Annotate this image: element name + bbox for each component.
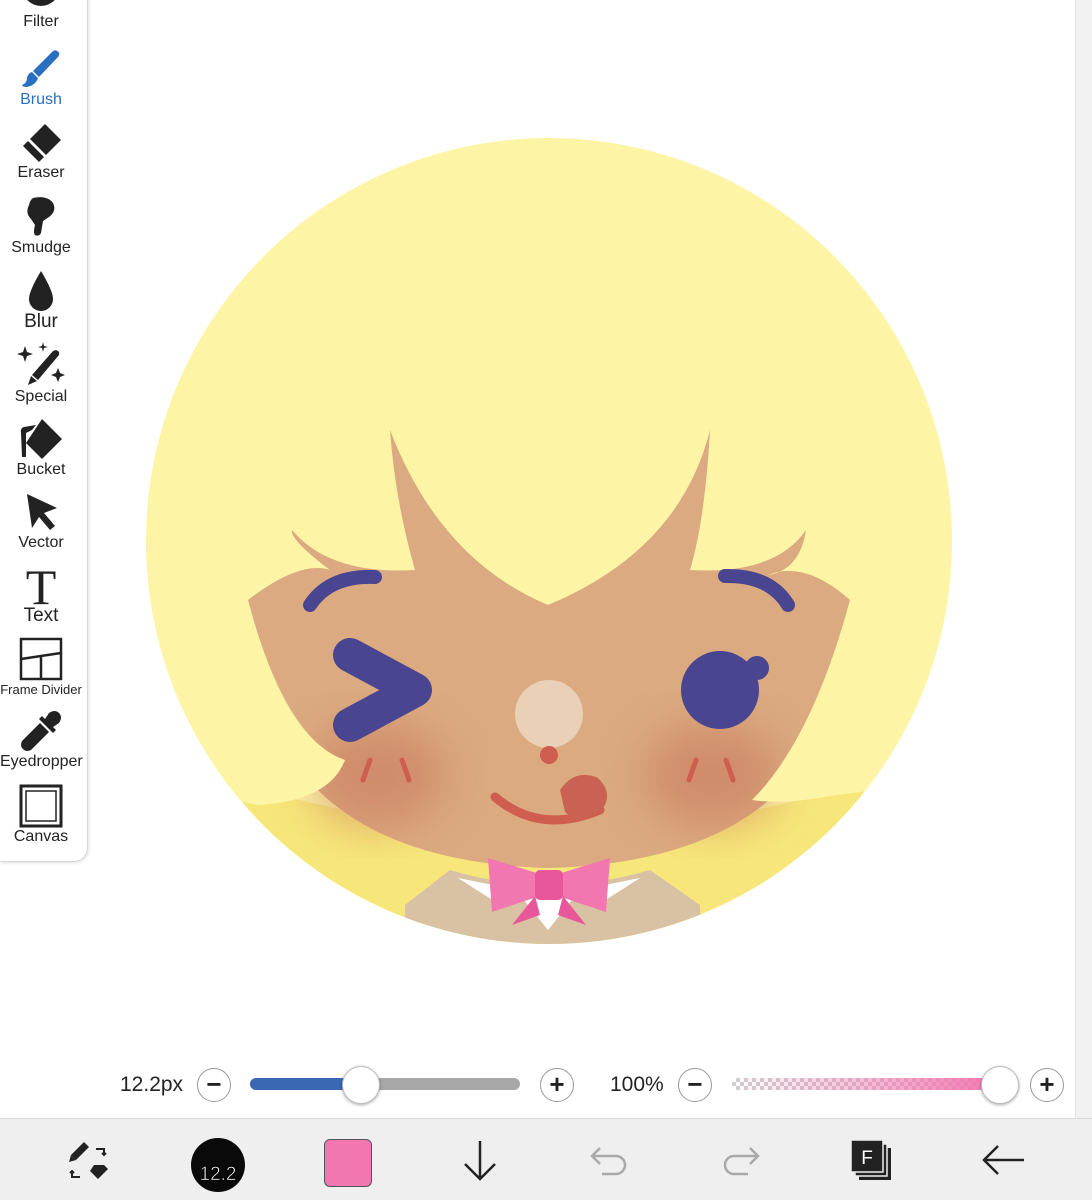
tool-blur[interactable]: Blur bbox=[0, 269, 82, 331]
swap-tool-button[interactable] bbox=[60, 1119, 116, 1201]
filter-icon: FX bbox=[27, 0, 55, 6]
svg-text:T: T bbox=[26, 561, 57, 607]
layers-icon: F bbox=[850, 1139, 891, 1180]
blur-icon bbox=[29, 271, 53, 311]
opacity-value: 100% bbox=[610, 1073, 664, 1096]
drawing-canvas[interactable] bbox=[0, 0, 1092, 1118]
vertical-scrollbar[interactable] bbox=[1075, 0, 1092, 1118]
brush-size-minus-button[interactable]: − bbox=[197, 1068, 231, 1102]
smudge-icon bbox=[27, 197, 55, 236]
opacity-minus-button[interactable]: − bbox=[678, 1068, 712, 1102]
tool-panel: FX Filter Brush Eraser Smudge Blur bbox=[0, 0, 88, 862]
brush-size-slider-knob[interactable] bbox=[342, 1066, 380, 1104]
tool-label: Eyedropper bbox=[0, 753, 83, 770]
special-icon bbox=[17, 342, 65, 385]
opacity-slider-knob[interactable] bbox=[981, 1066, 1019, 1104]
redo-button[interactable] bbox=[716, 1119, 766, 1201]
bottom-toolbar: 12.2 F bbox=[0, 1118, 1092, 1200]
brush-size-value: 12.2px bbox=[120, 1073, 184, 1096]
download-button[interactable] bbox=[455, 1119, 505, 1201]
text-icon: T bbox=[26, 561, 57, 607]
redo-icon bbox=[723, 1147, 760, 1176]
opacity-plus-button[interactable]: + bbox=[1030, 1068, 1064, 1102]
tool-label: Vector bbox=[18, 534, 64, 551]
tool-brush[interactable]: Brush bbox=[0, 47, 82, 109]
color-swatch[interactable] bbox=[324, 1139, 372, 1187]
layers-button[interactable]: F bbox=[846, 1119, 896, 1201]
tool-label: Canvas bbox=[13, 828, 69, 845]
tool-label: Frame Divider bbox=[0, 682, 82, 697]
tool-bucket[interactable]: Bucket bbox=[0, 417, 82, 479]
vector-icon bbox=[27, 494, 57, 530]
tool-eraser[interactable]: Eraser bbox=[0, 122, 82, 182]
tool-text[interactable]: T Text bbox=[0, 561, 82, 625]
undo-button[interactable] bbox=[584, 1119, 634, 1201]
swap-tool-icon bbox=[69, 1142, 108, 1179]
right-blush bbox=[644, 723, 780, 827]
tool-filter[interactable]: FX Filter bbox=[0, 0, 82, 31]
tool-label: Filter bbox=[23, 13, 59, 30]
back-button[interactable] bbox=[976, 1119, 1032, 1201]
tool-label: Eraser bbox=[17, 164, 65, 181]
brush-size-plus-button[interactable]: + bbox=[540, 1068, 574, 1102]
tool-label: Brush bbox=[20, 91, 62, 108]
brush-size-button[interactable]: 12.2 bbox=[191, 1138, 245, 1192]
undo-icon bbox=[590, 1147, 627, 1176]
tool-label: Special bbox=[14, 388, 68, 405]
tool-vector[interactable]: Vector bbox=[0, 490, 82, 552]
bucket-icon bbox=[20, 419, 62, 459]
nose bbox=[540, 746, 558, 764]
tool-label: Blur bbox=[24, 311, 58, 332]
opacity-slider[interactable] bbox=[732, 1078, 1000, 1090]
tool-label: Smudge bbox=[11, 239, 71, 256]
back-arrow-icon bbox=[982, 1145, 1024, 1175]
layers-letter: F bbox=[861, 1148, 873, 1169]
eraser-icon bbox=[23, 124, 61, 162]
nose-highlight bbox=[515, 680, 583, 748]
eyedropper-icon bbox=[21, 711, 61, 751]
tool-frame-divider[interactable]: Frame Divider bbox=[0, 637, 82, 699]
brush-icon bbox=[22, 50, 60, 87]
artwork bbox=[146, 138, 952, 944]
brush-size-badge: 12.2 bbox=[199, 1164, 237, 1186]
tool-label: Text bbox=[23, 605, 59, 626]
canvas-icon bbox=[19, 784, 63, 828]
brush-size-slider[interactable] bbox=[250, 1078, 520, 1090]
tool-special[interactable]: Special bbox=[0, 342, 82, 406]
tool-label: Bucket bbox=[16, 461, 66, 478]
tool-smudge[interactable]: Smudge bbox=[0, 195, 82, 257]
tool-canvas[interactable]: Canvas bbox=[0, 784, 82, 846]
tool-eyedropper[interactable]: Eyedropper bbox=[0, 709, 83, 771]
download-icon bbox=[464, 1141, 496, 1181]
frame-divider-icon bbox=[19, 637, 63, 681]
